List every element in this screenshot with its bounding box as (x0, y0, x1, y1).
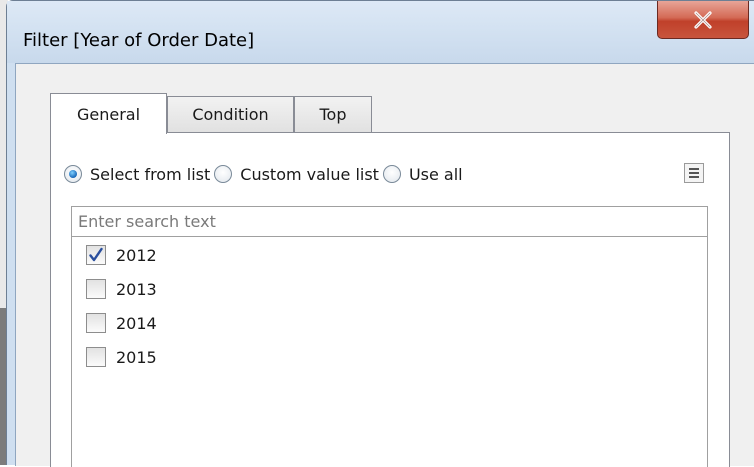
checkbox-2015[interactable] (86, 347, 106, 367)
tab-general[interactable]: General (50, 93, 167, 134)
search-input[interactable] (72, 207, 707, 237)
checkbox-2012[interactable] (86, 245, 106, 265)
menu-line (689, 168, 699, 170)
list-item-label: 2012 (116, 245, 157, 265)
checkmark-icon (89, 247, 103, 262)
list-item-label: 2014 (116, 313, 157, 333)
tab-general-label: General (76, 104, 141, 124)
tab-top[interactable]: Top (294, 96, 372, 132)
value-list: 2012 2013 2014 2015 (71, 206, 708, 467)
tab-condition-label: Condition (192, 105, 269, 124)
list-menu-icon[interactable] (684, 163, 704, 183)
radio-custom-value-list-label[interactable]: Custom value list (240, 165, 379, 184)
dialog-title: Filter [Year of Order Date] (23, 30, 255, 51)
checkbox-2013[interactable] (86, 279, 106, 299)
list-item-2012[interactable]: 2012 (86, 242, 157, 268)
selection-mode-group: Select from list Custom value list Use a… (64, 159, 467, 189)
radio-select-from-list-label[interactable]: Select from list (90, 165, 210, 184)
list-item-2013[interactable]: 2013 (86, 276, 157, 302)
tab-top-label: Top (319, 105, 347, 124)
radio-custom-value-list[interactable] (214, 165, 233, 183)
radio-selected-dot (69, 170, 77, 178)
close-button[interactable] (657, 1, 749, 39)
checkbox-2014[interactable] (86, 313, 106, 333)
list-item-2015[interactable]: 2015 (86, 344, 157, 370)
list-item-label: 2013 (116, 279, 157, 299)
tab-condition[interactable]: Condition (167, 96, 294, 132)
filter-dialog: Filter [Year of Order Date] General Cond… (6, 0, 754, 467)
list-item-2014[interactable]: 2014 (86, 310, 157, 336)
dialog-client-area: General Condition Top Select from list C… (15, 63, 754, 467)
list-item-label: 2015 (116, 347, 157, 367)
close-x-icon (694, 10, 712, 29)
radio-use-all[interactable] (382, 165, 401, 183)
title-bar[interactable]: Filter [Year of Order Date] (7, 1, 754, 63)
menu-line (689, 176, 699, 178)
radio-select-from-list[interactable] (64, 165, 82, 183)
menu-line (689, 172, 699, 174)
radio-use-all-label[interactable]: Use all (409, 165, 463, 184)
